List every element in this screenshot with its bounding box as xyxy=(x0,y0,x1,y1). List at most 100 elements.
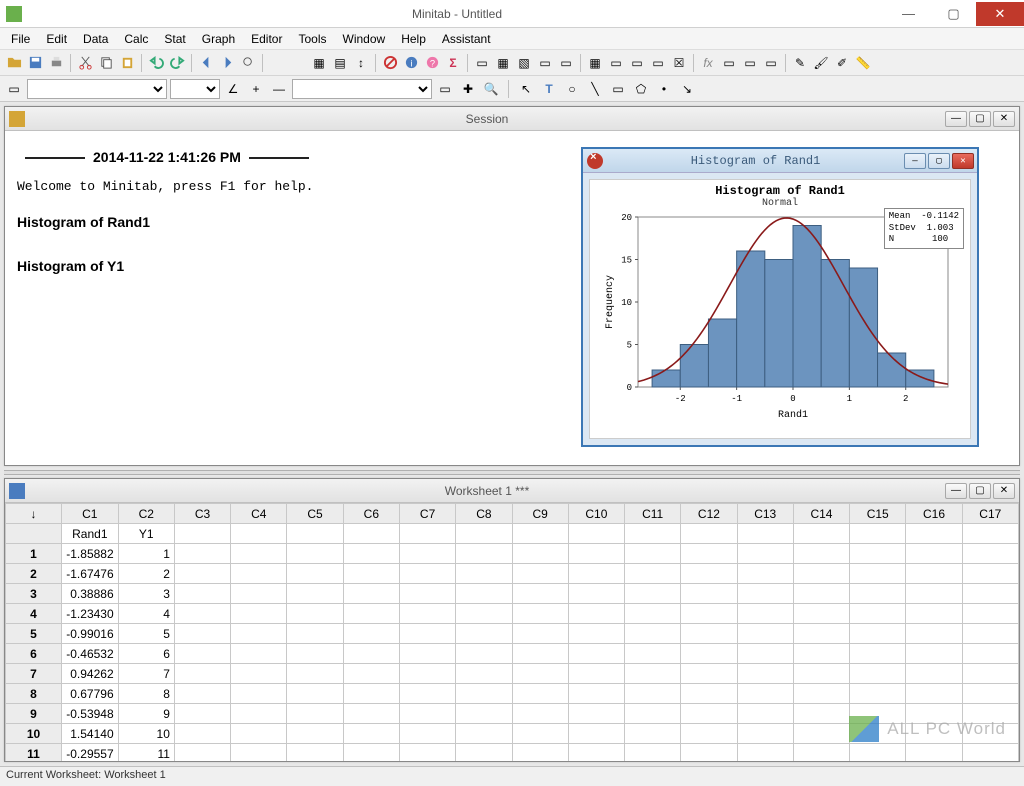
cell[interactable] xyxy=(343,564,399,584)
cell[interactable] xyxy=(737,704,793,724)
cell[interactable] xyxy=(399,584,455,604)
cell[interactable] xyxy=(568,544,624,564)
menu-graph[interactable]: Graph xyxy=(195,30,242,48)
cell[interactable] xyxy=(568,584,624,604)
cell[interactable] xyxy=(399,724,455,744)
cell[interactable] xyxy=(737,564,793,584)
cell[interactable] xyxy=(287,604,343,624)
cell[interactable]: -1.85882 xyxy=(62,544,119,564)
cell[interactable] xyxy=(793,704,849,724)
cell[interactable]: 8 xyxy=(118,684,174,704)
graph-window-icon[interactable]: ▧ xyxy=(514,53,534,73)
cell[interactable] xyxy=(793,644,849,664)
col-name-cell[interactable] xyxy=(793,524,849,544)
cell[interactable] xyxy=(793,684,849,704)
col-header[interactable]: C3 xyxy=(174,504,230,524)
cell[interactable] xyxy=(850,584,906,604)
cell[interactable] xyxy=(962,624,1018,644)
cell[interactable] xyxy=(231,564,287,584)
cell[interactable] xyxy=(399,664,455,684)
menu-file[interactable]: File xyxy=(4,30,37,48)
row-header[interactable]: 9 xyxy=(6,704,62,724)
cell[interactable] xyxy=(737,644,793,664)
cell[interactable] xyxy=(793,604,849,624)
close-all-icon[interactable]: ☒ xyxy=(669,53,689,73)
col-name-cell[interactable] xyxy=(568,524,624,544)
cell[interactable] xyxy=(512,664,568,684)
cell[interactable] xyxy=(399,744,455,762)
histogram-window[interactable]: Histogram of Rand1 — ▢ ✕ Histogram of Ra… xyxy=(581,147,979,447)
cell[interactable] xyxy=(399,704,455,724)
cell[interactable]: -0.53948 xyxy=(62,704,119,724)
session-window-icon[interactable]: ▭ xyxy=(472,53,492,73)
insert-icon[interactable]: ▦ xyxy=(309,53,329,73)
help-icon[interactable]: ? xyxy=(422,53,442,73)
arrow-tool-icon[interactable]: ↘ xyxy=(677,79,697,99)
cell[interactable] xyxy=(737,684,793,704)
cell[interactable] xyxy=(793,744,849,762)
sort-asc-icon[interactable] xyxy=(267,53,287,73)
cell[interactable] xyxy=(737,624,793,644)
cell[interactable] xyxy=(456,644,512,664)
cell[interactable] xyxy=(456,724,512,744)
cell[interactable] xyxy=(681,644,737,664)
cell[interactable]: -1.67476 xyxy=(62,564,119,584)
cell[interactable] xyxy=(343,684,399,704)
cell[interactable] xyxy=(287,724,343,744)
cell[interactable]: -1.23430 xyxy=(62,604,119,624)
cell[interactable]: 2 xyxy=(118,564,174,584)
cell[interactable] xyxy=(343,544,399,564)
cell[interactable] xyxy=(512,644,568,664)
cell[interactable] xyxy=(850,644,906,664)
cell[interactable] xyxy=(962,544,1018,564)
cell[interactable] xyxy=(343,744,399,762)
col-name-cell[interactable]: Y1 xyxy=(118,524,174,544)
close-button[interactable]: ✕ xyxy=(976,2,1024,26)
cell[interactable] xyxy=(625,564,681,584)
cell[interactable] xyxy=(906,624,962,644)
angle-icon[interactable]: ∠ xyxy=(223,79,243,99)
move-icon[interactable]: ↕ xyxy=(351,53,371,73)
col-name-cell[interactable] xyxy=(850,524,906,544)
cell[interactable] xyxy=(625,604,681,624)
circle-tool-icon[interactable]: ○ xyxy=(562,79,582,99)
cell[interactable]: 5 xyxy=(118,624,174,644)
row-header[interactable]: 4 xyxy=(6,604,62,624)
cell[interactable] xyxy=(231,644,287,664)
cell[interactable] xyxy=(343,624,399,644)
col-header[interactable]: C9 xyxy=(512,504,568,524)
cell[interactable] xyxy=(343,724,399,744)
col-header[interactable]: C8 xyxy=(456,504,512,524)
sort-desc-icon[interactable] xyxy=(288,53,308,73)
select-icon[interactable]: ↖ xyxy=(516,79,536,99)
cell[interactable] xyxy=(681,564,737,584)
cell[interactable] xyxy=(568,724,624,744)
cell[interactable] xyxy=(399,624,455,644)
menu-calc[interactable]: Calc xyxy=(117,30,155,48)
worksheet-close-button[interactable]: ✕ xyxy=(993,483,1015,499)
cell[interactable]: 0.67796 xyxy=(62,684,119,704)
cell[interactable] xyxy=(456,704,512,724)
tile-icon[interactable]: ▦ xyxy=(585,53,605,73)
cell[interactable] xyxy=(287,644,343,664)
line-icon[interactable]: — xyxy=(269,79,289,99)
rect-tool-icon[interactable]: ▭ xyxy=(608,79,628,99)
cell[interactable] xyxy=(568,684,624,704)
cell[interactable] xyxy=(625,544,681,564)
row-header[interactable]: 7 xyxy=(6,664,62,684)
col-header[interactable]: C13 xyxy=(737,504,793,524)
cell[interactable] xyxy=(906,664,962,684)
cell[interactable] xyxy=(793,564,849,584)
cell[interactable] xyxy=(343,704,399,724)
row-header[interactable]: 10 xyxy=(6,724,62,744)
col-name-cell[interactable] xyxy=(625,524,681,544)
cell[interactable] xyxy=(625,704,681,724)
cell[interactable] xyxy=(793,544,849,564)
col-header[interactable]: C2 xyxy=(118,504,174,524)
crosshair-icon[interactable]: ✚ xyxy=(458,79,478,99)
tool2-a-icon[interactable]: ▭ xyxy=(4,79,24,99)
menu-stat[interactable]: Stat xyxy=(157,30,192,48)
cell[interactable] xyxy=(231,744,287,762)
maximize-button[interactable]: ▢ xyxy=(931,2,976,26)
cell[interactable] xyxy=(737,604,793,624)
